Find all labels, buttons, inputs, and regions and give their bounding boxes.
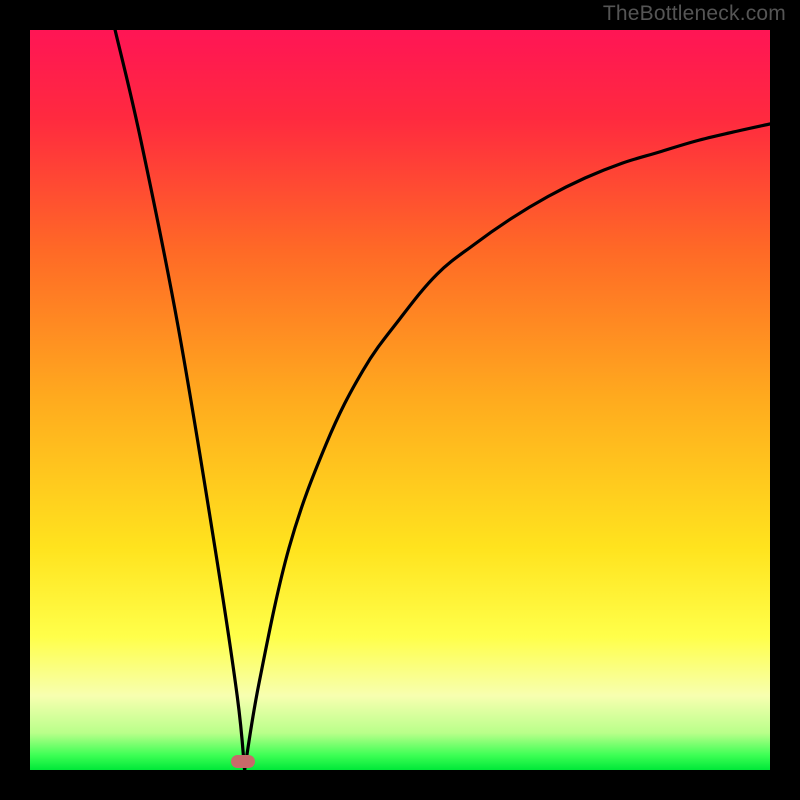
plot-area (30, 30, 770, 770)
curve-left-branch (115, 30, 245, 770)
curve-right-branch (245, 124, 770, 770)
watermark-text: TheBottleneck.com (603, 2, 786, 26)
bottleneck-curve (30, 30, 770, 770)
chart-container: TheBottleneck.com (0, 0, 800, 800)
optimum-marker (231, 755, 255, 768)
